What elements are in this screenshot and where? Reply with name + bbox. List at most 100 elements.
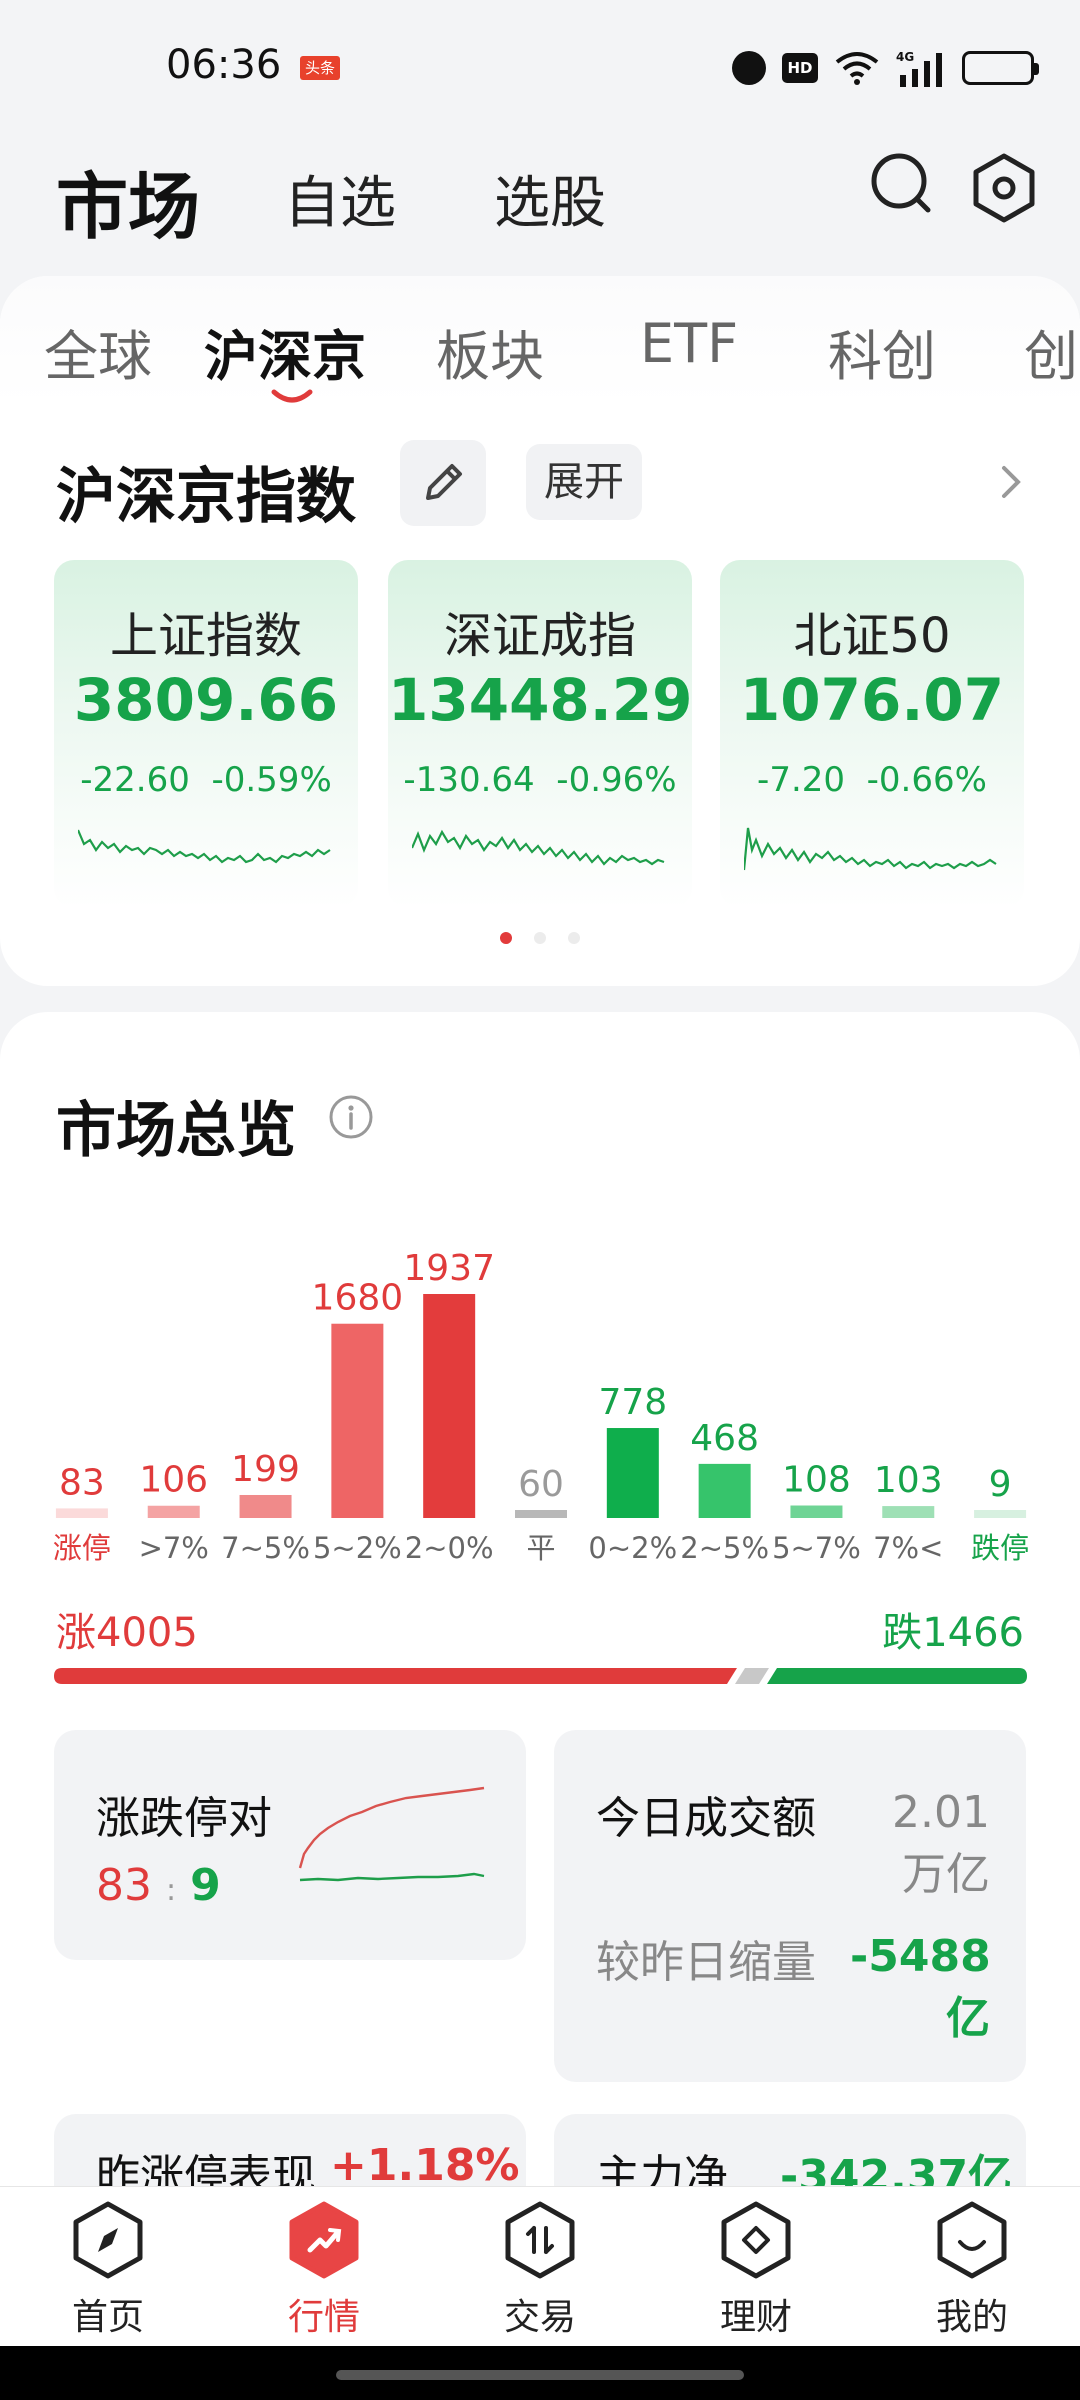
index-change-percent: -0.59% [211, 760, 332, 800]
sub-tab-star-market[interactable]: 科创 [828, 312, 936, 391]
rise-fall-ratio-bar [54, 1668, 1027, 1684]
sub-tab-sectors[interactable]: 板块 [436, 312, 544, 391]
turnover-label: 今日成交额 [596, 1793, 816, 1844]
distribution-category-label: 5~7% [772, 1531, 861, 1565]
distribution-category-label: 5~2% [313, 1531, 402, 1565]
trade-icon [505, 2201, 575, 2279]
fall-segment [766, 1668, 1027, 1684]
index-sparkline [412, 829, 665, 866]
distribution-bar [882, 1506, 935, 1518]
nav-trade[interactable]: 交易 [470, 2200, 610, 2340]
index-value: 1076.07 [739, 666, 1005, 734]
limit-up-down-ratio: 83 : 9 [96, 1860, 221, 1911]
index-change: -130.64 -0.96% [388, 760, 692, 800]
distribution-bar [331, 1323, 384, 1518]
carousel-dot-2[interactable] [534, 932, 546, 944]
tab-watchlist[interactable]: 自选 [284, 158, 396, 239]
limit-up-count: 83 [96, 1860, 152, 1911]
distribution-bar [239, 1494, 292, 1518]
distribution-bar [974, 1510, 1027, 1518]
sub-tab-chinext[interactable]: 创 [1024, 312, 1078, 391]
ratio-separator: : [166, 1873, 177, 1908]
carousel-dot-3[interactable] [568, 932, 580, 944]
home-indicator[interactable] [336, 2370, 744, 2380]
distribution-category-label: 跌停 [971, 1531, 1029, 1565]
index-sparkline [78, 829, 331, 864]
distribution-bar [515, 1510, 567, 1518]
chevron-right-icon[interactable] [996, 462, 1026, 502]
limit-down-count: 9 [190, 1860, 221, 1911]
nav-profile[interactable]: 我的 [902, 2200, 1042, 2340]
settings-hexagon-icon[interactable] [970, 152, 1038, 224]
flat-segment [734, 1668, 769, 1684]
expand-button[interactable]: 展开 [526, 444, 642, 520]
distribution-bar [147, 1505, 200, 1518]
nav-home[interactable]: 首页 [38, 2200, 178, 2340]
distribution-value-label: 83 [59, 1462, 105, 1503]
distribution-value-label: 199 [231, 1449, 300, 1490]
index-name: 北证50 [793, 608, 951, 664]
sub-tab-etf[interactable]: ETF [640, 312, 738, 375]
index-name: 深证成指 [443, 608, 636, 664]
index-card-shanghai[interactable]: 上证指数 3809.66 -22.60 -0.59% [54, 560, 358, 908]
turnover-change-label: 较昨日缩量 [596, 1937, 816, 1988]
fall-count-label: 跌1466 [882, 1610, 1024, 1656]
sub-tab-shanghai-shenzhen-beijing[interactable]: 沪深京 [204, 312, 366, 391]
rise-segment [54, 1668, 737, 1684]
distribution-category-label: 0~2% [588, 1531, 677, 1565]
distribution-bar [423, 1294, 476, 1518]
index-change-percent: -0.96% [556, 760, 677, 800]
index-change-points: -22.60 [80, 760, 190, 800]
distribution-category-label: 2~5% [680, 1531, 769, 1565]
edit-button[interactable] [400, 440, 486, 526]
distribution-category-label: 平 [526, 1531, 555, 1565]
distribution-bar [790, 1505, 843, 1518]
turnover-change-value: -5488亿 [850, 1931, 991, 2044]
distribution-category-label: >7% [139, 1531, 209, 1565]
sub-tab-global[interactable]: 全球 [44, 312, 152, 391]
pencil-icon [426, 464, 462, 500]
distribution-value-label: 108 [782, 1460, 851, 1501]
nav-wealth[interactable]: 理财 [686, 2200, 826, 2340]
active-tab-indicator [271, 389, 313, 403]
signal-icon: 4G [896, 50, 942, 87]
distribution-value-label: 103 [874, 1460, 943, 1501]
page-title-market[interactable]: 市场 [56, 148, 200, 253]
index-change-points: -7.20 [757, 760, 846, 800]
nav-label: 行情 [287, 2297, 360, 2338]
index-change-points: -130.64 [403, 760, 535, 800]
distribution-value-label: 1937 [403, 1248, 495, 1289]
distribution-category-label: 7~5% [221, 1531, 310, 1565]
news-app-badge: 头条 [300, 56, 340, 80]
index-change: -7.20 -0.66% [720, 760, 1024, 800]
distribution-category-label: 7%< [873, 1531, 943, 1565]
index-change-percent: -0.66% [866, 760, 987, 800]
distribution-value-label: 1680 [312, 1278, 404, 1319]
hd-icon: HD [782, 53, 818, 83]
nav-label: 交易 [503, 2297, 576, 2338]
nav-label: 首页 [71, 2297, 144, 2338]
info-icon[interactable] [328, 1094, 374, 1140]
tab-stock-picker[interactable]: 选股 [494, 158, 606, 239]
index-card-bse50[interactable]: 北证50 1076.07 -7.20 -0.66% [720, 560, 1024, 908]
indices-heading: 沪深京指数 [56, 462, 356, 532]
distribution-value-label: 778 [598, 1382, 667, 1423]
nav-market[interactable]: 行情 [254, 2200, 394, 2340]
index-card-shenzhen[interactable]: 深证成指 13448.29 -130.64 -0.96% [388, 560, 692, 908]
distribution-value-label: 60 [518, 1464, 564, 1505]
status-time: 06:36 [166, 42, 282, 88]
limit-trend-sparkline [298, 1786, 485, 1882]
search-icon[interactable] [870, 152, 934, 216]
rise-fall-distribution-chart: 83 涨停 106 >7% 199 7~5% 1680 5~2% 1937 2~0% 60 平 778 0… [53, 1248, 1029, 1565]
market-trend-icon [289, 2201, 359, 2279]
distribution-category-label: 涨停 [53, 1531, 111, 1565]
distribution-bar [698, 1463, 751, 1518]
compass-icon [73, 2201, 143, 2279]
distribution-value-label: 468 [690, 1418, 759, 1459]
nav-label: 理财 [719, 2297, 792, 2338]
carousel-dot-1[interactable] [500, 932, 512, 944]
market-overview-title: 市场总览 [56, 1096, 296, 1166]
wifi-icon [835, 52, 879, 85]
distribution-bar [606, 1428, 659, 1518]
index-value: 13448.29 [388, 666, 692, 734]
